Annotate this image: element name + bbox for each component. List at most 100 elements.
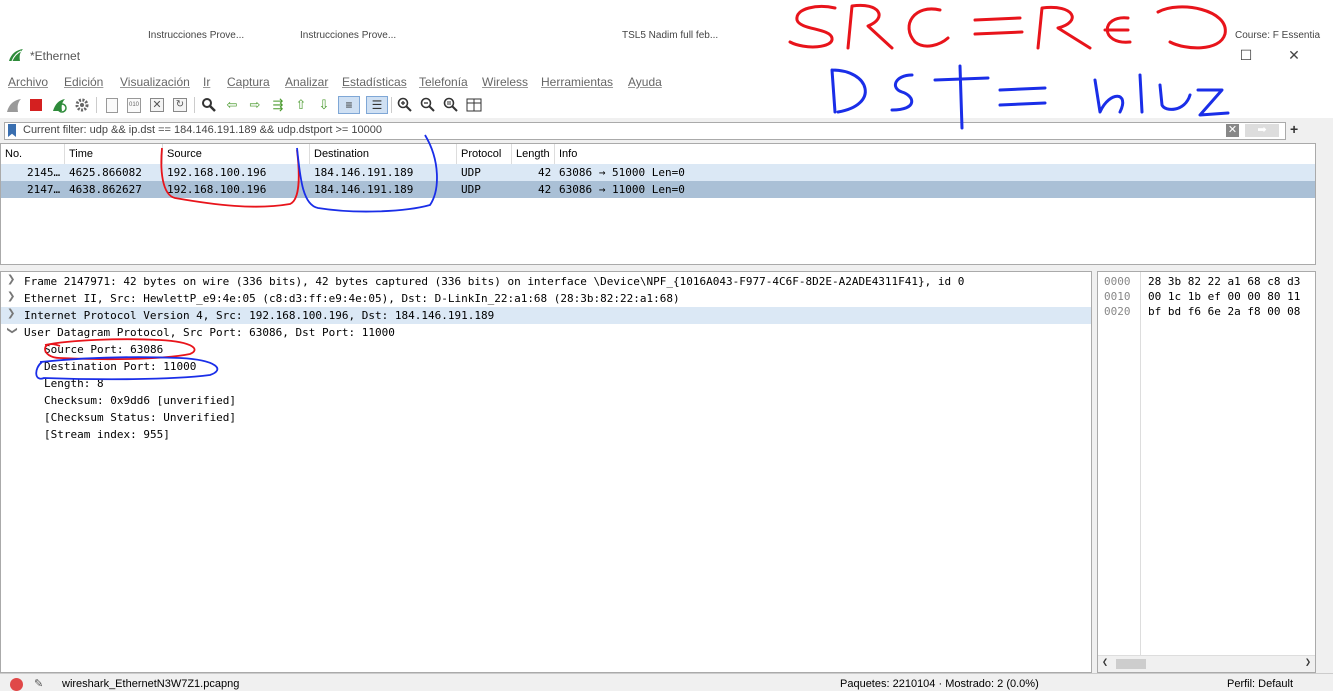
- packet-row-selected[interactable]: 2147… 4638.862627 192.168.100.196 184.14…: [1, 181, 1315, 198]
- stop-capture-icon[interactable]: [28, 97, 44, 113]
- menu-estadisticas[interactable]: Estadísticas: [342, 75, 407, 89]
- column-length[interactable]: Length: [516, 148, 550, 160]
- collapse-chevron-icon[interactable]: ❯: [7, 326, 18, 334]
- browser-tab-strip: Instrucciones Prove... Instrucciones Pro…: [0, 0, 1333, 40]
- open-file-icon[interactable]: [104, 97, 120, 113]
- detail-udp-destination-port[interactable]: Destination Port: 11000: [1, 358, 1091, 375]
- main-toolbar: 010 ✕ ↻ ⇦ ⇨ ⇶ ⇧ ⇩ ≡ ☰: [0, 94, 1333, 118]
- display-filter-input[interactable]: Current filter: udp && ip.dst == 184.146…: [4, 122, 1286, 140]
- window-title: *Ethernet: [30, 49, 81, 63]
- filter-text: Current filter: udp && ip.dst == 184.146…: [23, 124, 382, 136]
- cell-destination: 184.146.191.189: [314, 166, 414, 179]
- capture-status-icon[interactable]: [10, 678, 23, 691]
- normal-size-icon[interactable]: [443, 97, 459, 113]
- detail-udp-length[interactable]: Length: 8: [1, 375, 1091, 392]
- expand-chevron-icon[interactable]: ❯: [7, 308, 15, 319]
- detail-ip[interactable]: ❯ Internet Protocol Version 4, Src: 192.…: [1, 307, 1091, 324]
- restart-capture-icon[interactable]: [51, 97, 67, 113]
- scroll-right-icon[interactable]: ❯: [1305, 657, 1311, 668]
- cell-source: 192.168.100.196: [167, 183, 267, 196]
- detail-udp-checksum[interactable]: Checksum: 0x9dd6 [unverified]: [1, 392, 1091, 409]
- menu-herramientas[interactable]: Herramientas: [541, 75, 613, 89]
- go-back-arrow-icon[interactable]: ⇦: [224, 97, 240, 113]
- cell-time: 4625.866082: [69, 166, 142, 179]
- cell-time: 4638.862627: [69, 183, 142, 196]
- add-filter-button[interactable]: +: [1290, 121, 1298, 137]
- packet-bytes-pane: 0000 28 3b 82 22 a1 68 c8 d3 0010 00 1c …: [1097, 271, 1316, 673]
- menu-captura[interactable]: Captura: [227, 75, 270, 89]
- auto-scroll-icon[interactable]: ≡: [338, 96, 360, 114]
- maximize-button[interactable]: ☐: [1236, 46, 1256, 64]
- scroll-left-icon[interactable]: ❮: [1102, 657, 1108, 668]
- cell-source: 192.168.100.196: [167, 166, 267, 179]
- menu-telefonia[interactable]: Telefonía: [419, 75, 468, 89]
- menu-ir[interactable]: Ir: [203, 75, 210, 89]
- scrollbar-thumb[interactable]: [1116, 659, 1146, 669]
- cell-protocol: UDP: [461, 183, 481, 196]
- capture-options-gear-icon[interactable]: [74, 97, 90, 113]
- find-packet-magnifier-icon[interactable]: [201, 97, 217, 113]
- zoom-out-icon[interactable]: [420, 97, 436, 113]
- detail-udp-source-port[interactable]: Source Port: 63086: [1, 341, 1091, 358]
- menu-archivo[interactable]: Archivo: [8, 75, 48, 89]
- expand-chevron-icon[interactable]: ❯: [7, 274, 15, 285]
- apply-filter-arrow-icon[interactable]: ➡: [1245, 124, 1279, 137]
- zoom-in-icon[interactable]: [397, 97, 413, 113]
- menu-ayuda[interactable]: Ayuda: [628, 75, 662, 89]
- go-last-packet-icon[interactable]: ⇩: [316, 97, 332, 113]
- title-bar: *Ethernet ☐ ✕: [0, 40, 1333, 70]
- go-to-packet-icon[interactable]: ⇶: [270, 97, 286, 113]
- cell-info: 63086 → 51000 Len=0: [559, 166, 685, 179]
- edit-comment-icon[interactable]: ✎: [34, 677, 43, 690]
- column-protocol[interactable]: Protocol: [461, 148, 501, 160]
- browser-tab[interactable]: Instrucciones Prove...: [300, 30, 396, 40]
- go-forward-arrow-icon[interactable]: ⇨: [247, 97, 263, 113]
- column-time[interactable]: Time: [69, 148, 93, 160]
- detail-udp-checksum-status[interactable]: [Checksum Status: Unverified]: [1, 409, 1091, 426]
- status-bar: ✎ wireshark_EthernetN3W7Z1.pcapng Paquet…: [0, 673, 1333, 691]
- menu-visualizacion[interactable]: Visualización: [120, 75, 190, 89]
- menu-edicion[interactable]: Edición: [64, 75, 103, 89]
- cell-no: 2147…: [27, 183, 61, 196]
- colorize-list-icon[interactable]: ☰: [366, 96, 388, 114]
- column-source[interactable]: Source: [167, 148, 202, 160]
- menu-analizar[interactable]: Analizar: [285, 75, 328, 89]
- horizontal-scrollbar[interactable]: ❮ ❯: [1098, 655, 1315, 672]
- wireshark-fin-icon: [9, 49, 23, 62]
- reload-file-icon[interactable]: ↻: [172, 97, 188, 113]
- close-file-icon[interactable]: ✕: [149, 97, 165, 113]
- clear-filter-icon[interactable]: ✕: [1226, 124, 1239, 137]
- status-file-name: wireshark_EthernetN3W7Z1.pcapng: [62, 678, 240, 690]
- packet-list-header: No. Time Source Destination Protocol Len…: [1, 144, 1315, 165]
- start-capture-fin-icon[interactable]: [6, 97, 22, 113]
- column-info[interactable]: Info: [559, 148, 577, 160]
- detail-frame[interactable]: ❯ Frame 2147971: 42 bytes on wire (336 b…: [1, 273, 1091, 290]
- detail-ethernet[interactable]: ❯ Ethernet II, Src: HewlettP_e9:4e:05 (c…: [1, 290, 1091, 307]
- status-packets: Paquetes: 2210104 · Mostrado: 2 (0.0%): [840, 678, 1039, 690]
- go-first-packet-icon[interactable]: ⇧: [293, 97, 309, 113]
- detail-udp-stream-index[interactable]: [Stream index: 955]: [1, 426, 1091, 443]
- cell-protocol: UDP: [461, 166, 481, 179]
- browser-tab[interactable]: Course: F Essentia: [1235, 30, 1320, 40]
- bytes-row[interactable]: 0000 28 3b 82 22 a1 68 c8 d3: [1098, 275, 1315, 290]
- expand-chevron-icon[interactable]: ❯: [7, 291, 15, 302]
- browser-tab[interactable]: Instrucciones Prove...: [148, 30, 244, 40]
- bytes-row[interactable]: 0020 bf bd f6 6e 2a f8 00 08: [1098, 305, 1315, 320]
- column-no[interactable]: No.: [5, 148, 22, 160]
- binary-file-icon[interactable]: 010: [126, 97, 142, 113]
- packet-details-pane: ❯ Frame 2147971: 42 bytes on wire (336 b…: [0, 271, 1092, 673]
- cell-info: 63086 → 11000 Len=0: [559, 183, 685, 196]
- resize-columns-icon[interactable]: [466, 97, 482, 113]
- bookmark-icon[interactable]: [8, 124, 16, 137]
- browser-tab[interactable]: TSL5 Nadim full feb...: [622, 30, 718, 40]
- bytes-row[interactable]: 0010 00 1c 1b ef 00 00 80 11: [1098, 290, 1315, 305]
- cell-length: 42: [538, 183, 552, 196]
- column-destination[interactable]: Destination: [314, 148, 369, 160]
- menu-wireless[interactable]: Wireless: [482, 75, 528, 89]
- close-button[interactable]: ✕: [1284, 46, 1304, 64]
- packet-row[interactable]: 2145… 4625.866082 192.168.100.196 184.14…: [1, 164, 1315, 181]
- cell-no: 2145…: [27, 166, 61, 179]
- status-profile[interactable]: Perfil: Default: [1227, 678, 1293, 690]
- cell-destination: 184.146.191.189: [314, 183, 414, 196]
- detail-udp[interactable]: ❯ User Datagram Protocol, Src Port: 6308…: [1, 324, 1091, 341]
